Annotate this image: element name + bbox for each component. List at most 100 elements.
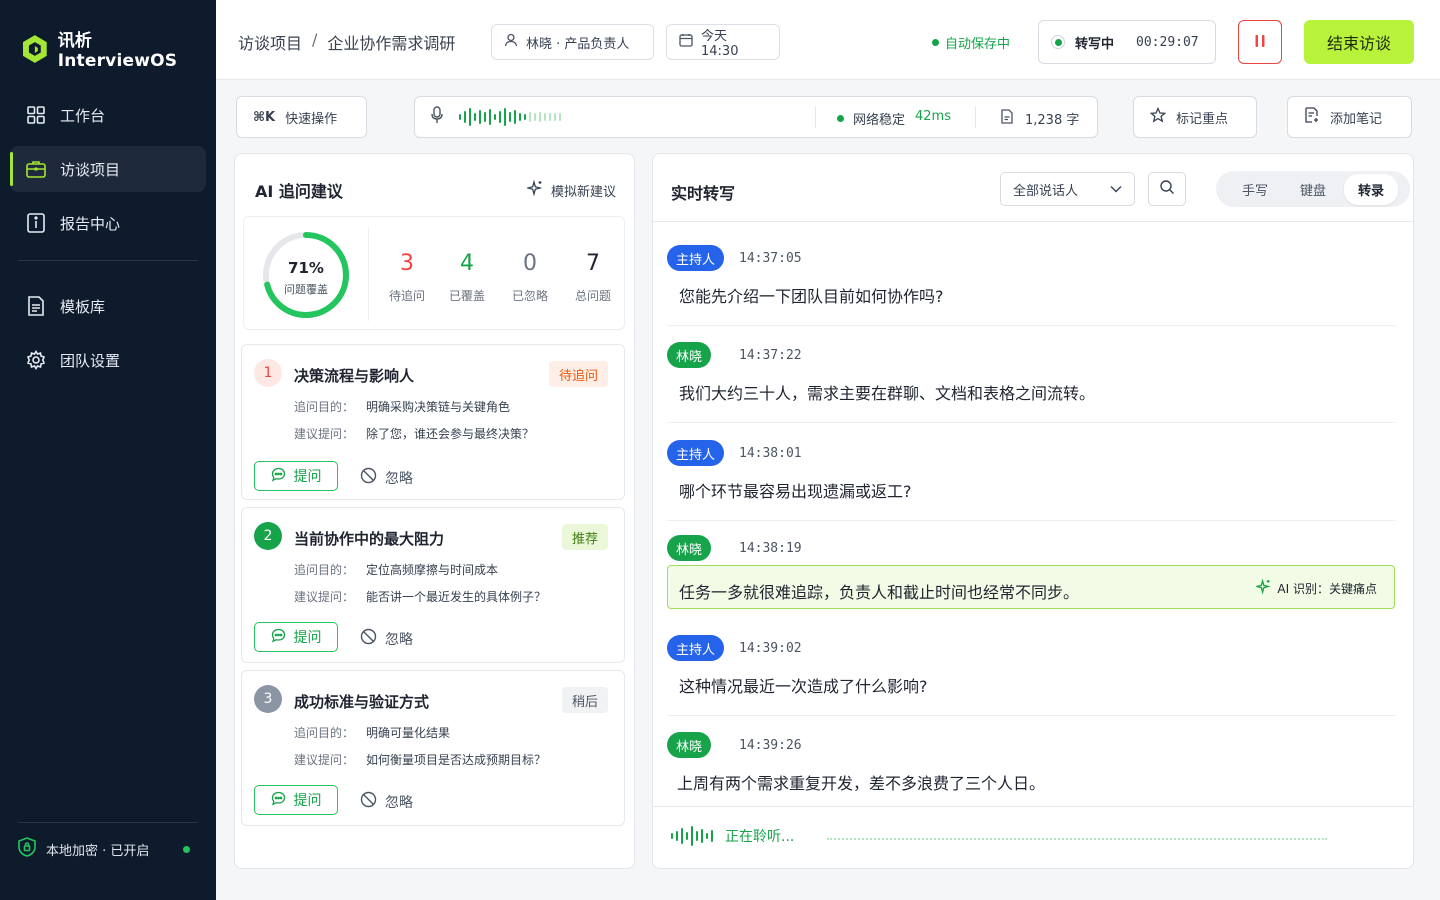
stat-label: 待追问 [388, 289, 425, 303]
sparkle-icon [525, 179, 543, 200]
waveform-bar [706, 833, 708, 839]
breadcrumb-separator: / [312, 30, 318, 49]
breadcrumb-root[interactable]: 访谈项目 [238, 30, 302, 54]
status-dot [183, 845, 190, 853]
transcript-title: 实时转写 [671, 184, 736, 203]
ignore-button[interactable]: 忽略 [360, 467, 413, 488]
waveform-bar [474, 113, 476, 121]
autosave-dot [932, 39, 939, 46]
stat-total: 7 总问题 [563, 251, 623, 304]
listening-waveform [671, 826, 713, 846]
sparkle-icon [1254, 578, 1272, 597]
listening-label: 正在聆听... [725, 829, 795, 845]
suggestion-card: 1 决策流程与影响人 待追问 追问目的： 明确采购决策链与关键角色 建议提问： … [241, 344, 625, 500]
ignore-button[interactable]: 忽略 [360, 628, 413, 649]
waveform-bar [701, 829, 703, 843]
message-time: 14:37:22 [739, 348, 802, 363]
recording-label: 转写中 [1075, 36, 1115, 52]
speaker-badge: 林晓 [667, 342, 712, 368]
speaker-badge: 林晓 [667, 535, 712, 561]
tab-transcribe[interactable]: 转录 [1344, 173, 1399, 205]
microphone-icon [431, 106, 443, 128]
star-icon [1149, 106, 1167, 127]
card-title: 成功标准与验证方式 [294, 693, 430, 711]
message-text: 哪个环节最容易出现遗漏或返工? [679, 482, 912, 501]
waveform-bar [676, 831, 678, 841]
waveform-bar [499, 111, 501, 123]
message-time: 14:38:01 [739, 446, 802, 461]
schedule-label: 今天 14:30 [701, 29, 739, 59]
status-badge: 待追问 [548, 361, 608, 387]
participant-chip[interactable]: 林晓 · 产品负责人 [491, 24, 654, 60]
search-button[interactable] [1148, 172, 1186, 206]
sidebar-item-templates[interactable]: 模板库 [0, 283, 216, 329]
message-text: 我们大约三十人，需求主要在群聊、文档和表格之间流转。 [679, 384, 1096, 403]
input-mode-segmented: 手写 键盘 转录 [1216, 171, 1411, 207]
waveform-bar [529, 112, 531, 122]
waveform-bar [504, 108, 506, 126]
sidebar-item-team-settings[interactable]: 团队设置 [0, 337, 216, 383]
card-title: 决策流程与影响人 [294, 367, 415, 385]
waveform-bar [459, 114, 461, 120]
stat-label: 已覆盖 [448, 289, 485, 303]
ai-followup-panel: AI 追问建议 模拟新建议 71% 问题覆盖 3 待追问 4 已覆盖 0 已忽略… [234, 153, 635, 869]
speaker-filter-select[interactable]: 全部说话人 [1000, 172, 1135, 206]
gear-icon [26, 350, 46, 370]
waveform-bar [484, 112, 486, 122]
recording-indicator-icon [1051, 35, 1065, 49]
message-text: 您能先介绍一下团队目前如何协作吗? [679, 287, 944, 306]
sidebar-item-workbench[interactable]: 工作台 [0, 92, 216, 138]
end-interview-button[interactable]: 结束访谈 [1304, 20, 1414, 64]
stat-value: 7 [586, 251, 600, 276]
tab-keyboard[interactable]: 键盘 [1286, 174, 1340, 205]
sidebar-item-reports[interactable]: 报告中心 [0, 200, 216, 246]
ask-button[interactable]: 提问 [254, 785, 338, 815]
suggestion-card: 2 当前协作中的最大阻力 推荐 追问目的： 定位高频摩擦与时间成本 建议提问： … [241, 507, 625, 663]
brand[interactable]: 讯析 InterviewOS [22, 26, 216, 71]
autosave-label: 自动保存中 [945, 37, 1011, 52]
file-icon [1001, 109, 1013, 128]
transcript-message: 林晓 14:37:22 我们大约三十人，需求主要在群聊、文档和表格之间流转。 [667, 342, 1395, 423]
encryption-label: 本地加密 · 已开启 [46, 843, 150, 859]
ask-button[interactable]: 提问 [254, 461, 338, 491]
transcript-panel: 实时转写 全部说话人 手写 键盘 转录 主持人 14:37:05 您能先介绍一下… [652, 153, 1414, 869]
quick-actions-button[interactable]: ⌘K 快速操作 [236, 96, 367, 138]
sidebar-item-label: 访谈项目 [60, 160, 121, 179]
waveform-bar [509, 112, 511, 122]
logo-icon [22, 34, 47, 63]
user-icon [504, 33, 518, 51]
search-icon [1159, 179, 1175, 199]
transcript-message: 林晓 14:39:26 上周有两个需求重复开发，差不多浪费了三个人日。 [667, 732, 1395, 802]
schedule-chip[interactable]: 今天 14:30 [666, 24, 780, 60]
word-count: 1,238 字 [1025, 113, 1080, 128]
ignore-button[interactable]: 忽略 [360, 791, 413, 812]
sidebar-item-label: 团队设置 [60, 351, 121, 370]
encryption-status: 本地加密 · 已开启 [18, 822, 198, 861]
breadcrumb: 访谈项目 / 企业协作需求调研 [238, 30, 455, 54]
recording-time: 00:29:07 [1136, 34, 1199, 50]
mark-highlight-button[interactable]: 标记重点 [1133, 96, 1257, 138]
sidebar-item-interviews[interactable]: 访谈项目 [10, 146, 206, 192]
coverage-summary: 71% 问题覆盖 3 待追问 4 已覆盖 0 已忽略 7 总问题 [243, 216, 625, 330]
stat-covered: 4 已覆盖 [437, 251, 497, 304]
waveform-bar [711, 830, 713, 842]
calendar-icon [679, 33, 693, 51]
simulate-suggestion-button[interactable]: 模拟新建议 [525, 179, 616, 200]
autosave-status: 自动保存中 [932, 33, 1010, 52]
participant-label: 林晓 · 产品负责人 [526, 36, 630, 52]
ask-button[interactable]: 提问 [254, 622, 338, 652]
add-note-icon [1304, 107, 1320, 127]
report-icon [26, 213, 46, 233]
waveform-bar [524, 114, 526, 120]
nav-divider [18, 260, 198, 261]
add-note-button[interactable]: 添加笔记 [1287, 96, 1412, 138]
pause-button[interactable] [1238, 20, 1282, 64]
tab-handwrite[interactable]: 手写 [1228, 174, 1282, 205]
sidebar-nav: 工作台 访谈项目 报告中心 模板库 团队设置 [0, 92, 216, 391]
waveform-bar [549, 113, 551, 121]
status-badge: 推荐 [561, 524, 608, 550]
network-label: 网络稳定 [853, 113, 906, 128]
grid-icon [26, 105, 46, 125]
waveform-bar [534, 113, 536, 121]
card-purpose: 追问目的： 明确采购决策链与关键角色 [294, 400, 511, 414]
